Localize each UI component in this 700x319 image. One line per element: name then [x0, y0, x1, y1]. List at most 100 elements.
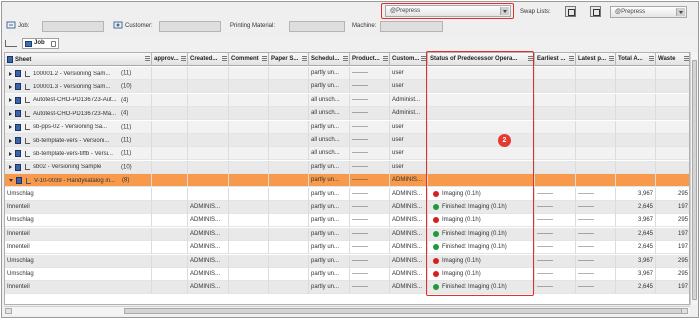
column-header-total[interactable]: Total A...	[616, 53, 656, 66]
scroll-left-button[interactable]	[5, 308, 12, 314]
expand-icon[interactable]	[9, 98, 12, 103]
column-header-comment[interactable]: Comment	[229, 53, 269, 66]
column-header-paper-size[interactable]: Paper S...	[269, 53, 309, 66]
column-menu-icon[interactable]	[222, 56, 227, 61]
expand-icon[interactable]	[9, 151, 12, 156]
group-row[interactable]: 100001.2 - Versioning Sam... (11) partly u…	[5, 67, 689, 80]
scroll-right-button[interactable]	[681, 308, 688, 314]
expand-icon[interactable]	[9, 71, 12, 76]
column-menu-icon[interactable]	[684, 56, 689, 61]
group-row[interactable]: sb-pps-02 - Versioning Sa... (11) partly u…	[5, 120, 689, 134]
window-frame: Job: Customer: Printing Material: Machin…	[1, 1, 699, 318]
tree-view-icon[interactable]	[5, 40, 17, 47]
printing-material-field[interactable]	[289, 21, 345, 32]
group-row[interactable]: sb02 - Versioning Sample (10) partly un...…	[5, 160, 689, 174]
list-dropdown[interactable]: @Prepress	[385, 5, 511, 17]
tab-job-label: Job	[34, 40, 45, 46]
pin-icon[interactable]	[51, 41, 56, 47]
column-menu-icon[interactable]	[343, 56, 348, 61]
expand-icon[interactable]	[9, 165, 12, 170]
customer-field[interactable]	[159, 21, 221, 32]
chevron-down-icon[interactable]	[676, 8, 685, 16]
swap-lists-button-2[interactable]	[590, 6, 601, 17]
group-row[interactable]: V-10-0039 - Handykatalog in... (8) partly …	[5, 174, 689, 188]
group-row[interactable]: 100001.3 - Versioning Sam... (10) partly u…	[5, 80, 689, 94]
cell-sheet: Autotest-CHO-PD136723-Ma... (4)	[5, 107, 152, 121]
column-menu-icon[interactable]	[262, 56, 267, 61]
column-menu-icon[interactable]	[302, 56, 307, 61]
job-filter-icon[interactable]	[6, 20, 16, 30]
cell-approved	[152, 254, 188, 268]
tree-branch-icon	[25, 164, 30, 171]
tab-bar: Job	[2, 37, 698, 50]
swap-lists-dropdown[interactable]: @Prepress	[610, 6, 687, 18]
cell-created	[188, 174, 229, 188]
cell-created	[188, 147, 229, 161]
cell-comment	[229, 160, 269, 174]
column-header-latest[interactable]: Latest p...	[576, 53, 616, 66]
job-sheet-count: (4)	[121, 110, 129, 117]
column-menu-icon[interactable]	[383, 56, 388, 61]
column-header-sheet[interactable]: Sheet	[5, 53, 152, 66]
table-row[interactable]: Umschlag ADMINIS... partly un... -------- AD…	[5, 268, 689, 281]
column-menu-icon[interactable]	[569, 56, 574, 61]
job-field[interactable]	[42, 21, 104, 32]
machine-field[interactable]	[380, 21, 443, 32]
vertical-scrollbar[interactable]	[690, 52, 698, 305]
column-menu-icon[interactable]	[609, 56, 614, 61]
cell-created: ADMINIS...	[188, 201, 229, 214]
column-header-label: Custom...	[392, 56, 420, 62]
table-row[interactable]: Innenteil ADMINIS... partly un... -------- A…	[5, 201, 689, 214]
job-name: sb02 - Versioning Sample	[33, 164, 102, 171]
table-row[interactable]: Umschlag ADMINIS... partly un... -------- AD…	[5, 214, 689, 228]
column-header-customer[interactable]: Custom...	[390, 53, 428, 66]
group-row[interactable]: Autotest-CHO-PD136723-Aut... (4) all unsch…	[5, 93, 689, 107]
cell-created	[188, 67, 229, 80]
table-row[interactable]: Umschlag partly un... -------- ADMINIS... Im…	[5, 187, 689, 201]
cell-scheduled: partly un...	[309, 160, 350, 174]
cell-total: 3,967	[616, 187, 656, 201]
column-header-earliest[interactable]: Earliest ...	[535, 53, 576, 66]
group-row[interactable]: Autotest-CHO-PD136723-Ma... (4) all unsch.…	[5, 107, 689, 121]
table-row[interactable]: Umschlag ADMINIS... partly un... -------- AD…	[5, 254, 689, 268]
expand-icon[interactable]	[9, 125, 12, 130]
cell-product: --------	[350, 174, 390, 188]
table-row[interactable]: Innenteil ADMINIS... partly un... -------- A…	[5, 281, 689, 295]
horizontal-scrollbar[interactable]	[4, 306, 690, 315]
cell-waste	[656, 147, 689, 160]
cell-created: ADMINIS...	[188, 268, 229, 281]
expand-icon[interactable]	[9, 111, 12, 116]
tab-job[interactable]: Job	[22, 38, 59, 49]
column-menu-icon[interactable]	[181, 56, 186, 61]
cell-customer: ADMINIS...	[390, 227, 428, 241]
cell-sheet: Umschlag	[5, 268, 152, 281]
table-row[interactable]: Innenteil ADMINIS... partly un... -------- A…	[5, 241, 689, 255]
column-header-product[interactable]: Product...	[350, 53, 390, 66]
group-row[interactable]: sb-template-vers-tiffb - Versi... (11) all…	[5, 147, 689, 161]
cell-waste: 295	[656, 214, 689, 227]
cell-latest	[576, 80, 616, 94]
expand-icon[interactable]	[9, 138, 12, 143]
expand-icon[interactable]	[9, 84, 12, 89]
cell-comment	[229, 268, 269, 281]
collapse-icon[interactable]	[9, 179, 13, 183]
cell-product: --------	[350, 80, 390, 94]
machine-label: Machine:	[352, 23, 377, 29]
column-header-approved[interactable]: approv...	[152, 53, 188, 66]
horizontal-scroll-thumb[interactable]	[124, 308, 684, 314]
column-header-created[interactable]: Created...	[188, 53, 229, 66]
cell-earliest: --------	[535, 281, 576, 295]
customer-filter-icon[interactable]	[113, 20, 123, 30]
group-row[interactable]: sb-template-vers - Versioni... (11) all un…	[5, 134, 689, 147]
swap-lists-button-1[interactable]	[565, 6, 576, 17]
table-row[interactable]: Innenteil ADMINIS... partly un... -------- A…	[5, 227, 689, 241]
cell-paper-size	[269, 281, 309, 295]
cell-latest: --------	[576, 254, 616, 268]
cell-scheduled: partly un...	[309, 281, 350, 295]
column-menu-icon[interactable]	[145, 56, 150, 61]
column-header-waste[interactable]: Waste	[656, 53, 689, 66]
column-menu-icon[interactable]	[649, 56, 654, 61]
vertical-scroll-thumb[interactable]	[692, 60, 697, 300]
chevron-down-icon[interactable]	[500, 7, 509, 15]
column-header-scheduled[interactable]: Schedul...	[309, 53, 350, 66]
